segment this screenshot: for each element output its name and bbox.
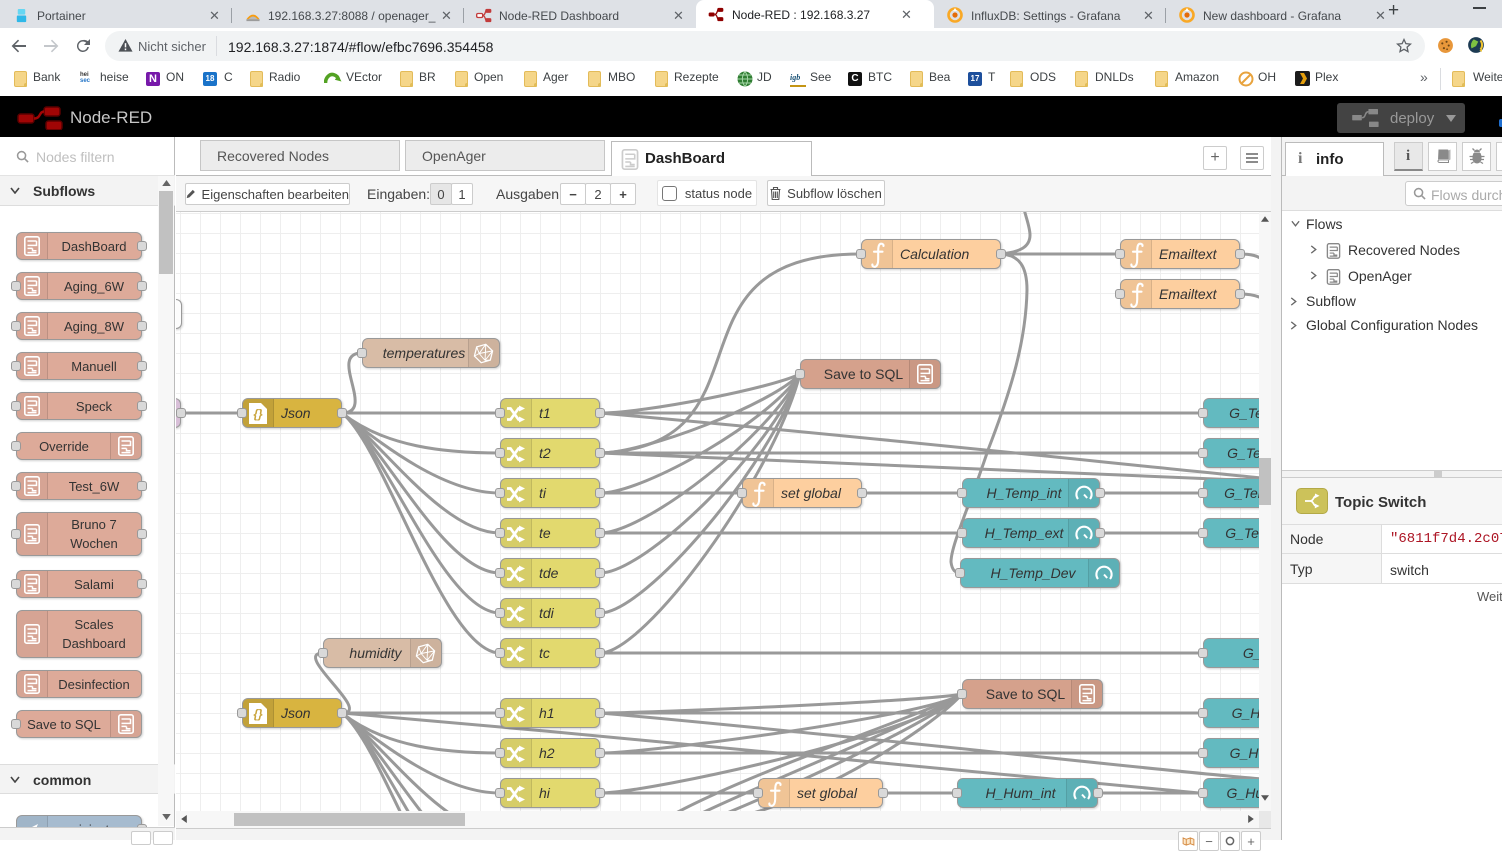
- svg-text:{}: {}: [253, 407, 263, 421]
- svg-text:{}: {}: [253, 707, 263, 721]
